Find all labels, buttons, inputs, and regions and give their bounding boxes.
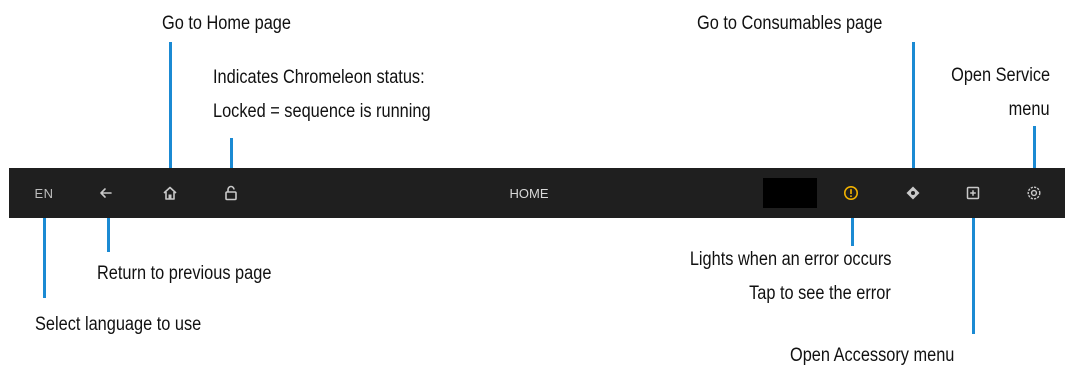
status-display-box (763, 178, 817, 208)
previous-callout: Return to previous page (97, 263, 272, 284)
language-callout: Select language to use (35, 314, 202, 335)
home-icon (163, 186, 177, 200)
back-button[interactable] (95, 168, 117, 218)
accessory-button[interactable] (961, 168, 985, 218)
language-leader-line (43, 212, 46, 298)
service-callout-line1: Open Service (950, 65, 1050, 86)
language-label: EN (34, 185, 54, 201)
page-title-area: HOME (499, 168, 559, 218)
accessory-leader-line (972, 212, 975, 334)
home-leader-line (169, 42, 172, 176)
previous-leader-line (107, 212, 110, 252)
home-callout: Go to Home page (162, 13, 291, 34)
status-callout-line2: Locked = sequence is running (213, 101, 431, 122)
back-arrow-icon (100, 188, 112, 198)
accessory-callout: Open Accessory menu (790, 345, 955, 366)
consumables-icon (906, 186, 920, 200)
chromeleon-status-button[interactable] (220, 168, 242, 218)
consumables-button[interactable] (901, 168, 925, 218)
consumables-callout: Go to Consumables page (697, 13, 883, 34)
status-callout-line1: Indicates Chromeleon status: (213, 67, 425, 88)
unlock-icon (225, 185, 237, 201)
error-callout-line2: Tap to see the error (749, 283, 891, 304)
service-callout-line2: menu (1009, 99, 1050, 120)
page-title: HOME (509, 185, 549, 201)
home-button[interactable] (159, 168, 181, 218)
error-callout-line1: Lights when an error occurs (689, 249, 891, 270)
service-button[interactable] (1022, 168, 1046, 218)
accessory-icon (966, 186, 980, 200)
error-icon (844, 186, 858, 200)
language-button[interactable]: EN (29, 168, 59, 218)
top-navigation-bar: EN HOME (9, 168, 1065, 218)
error-button[interactable] (839, 168, 863, 218)
settings-icon (1027, 186, 1041, 200)
consumables-leader-line (912, 42, 915, 176)
